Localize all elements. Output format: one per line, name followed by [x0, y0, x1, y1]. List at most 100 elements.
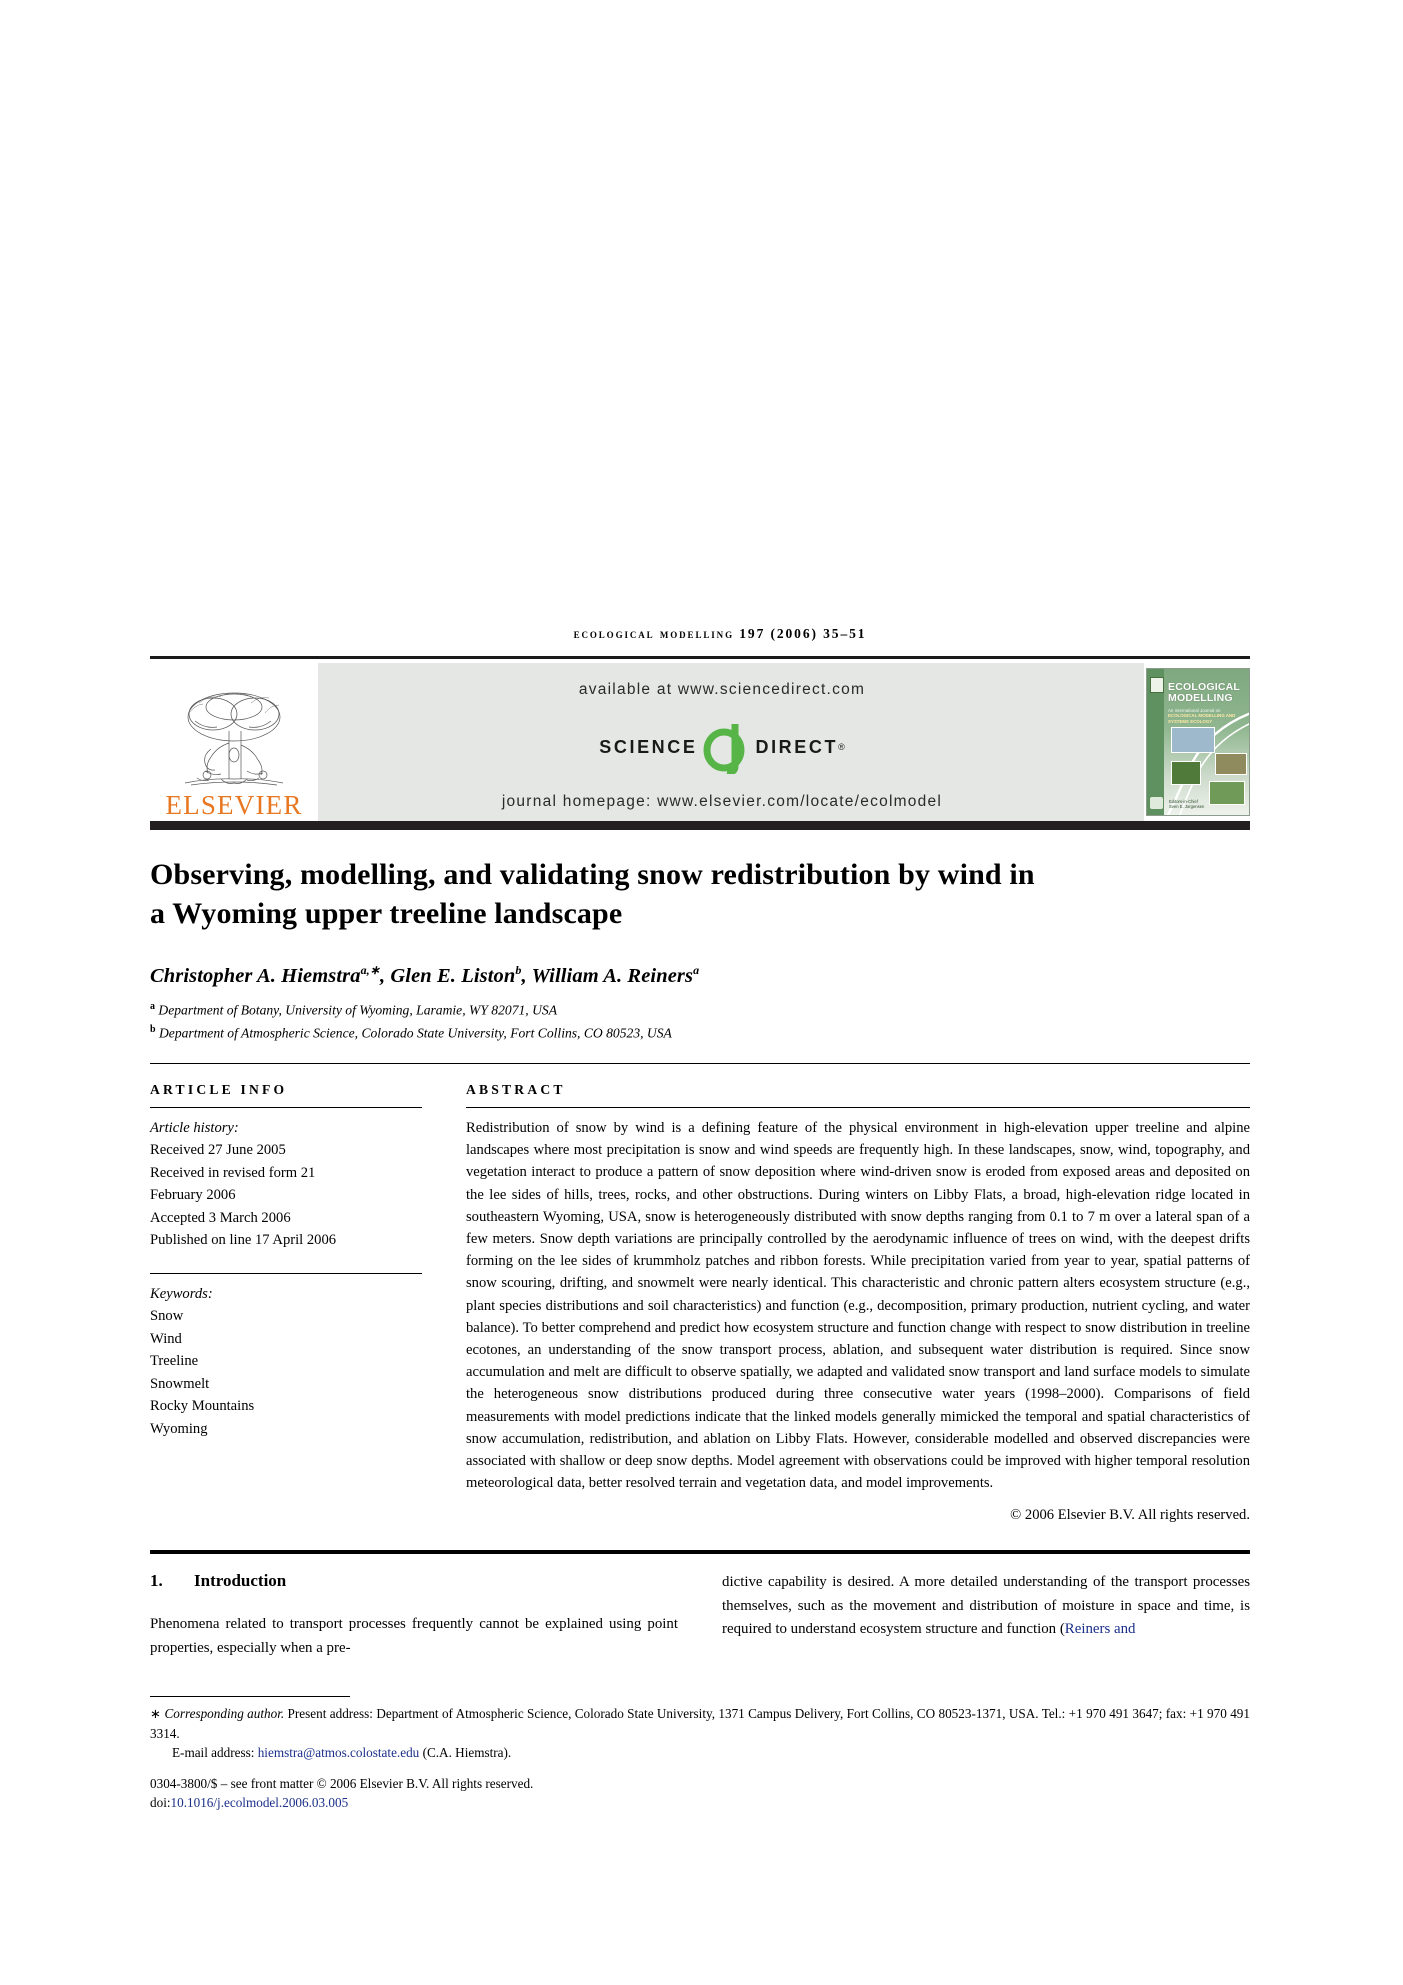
- cover-photo-flower: [1209, 781, 1245, 805]
- article-info-rule: [150, 1106, 422, 1108]
- history-item-0: Received 27 June 2005: [150, 1142, 286, 1159]
- introduction-heading: 1. Introduction: [150, 1571, 678, 1591]
- citation-link-reiners[interactable]: Reiners and: [1065, 1621, 1136, 1637]
- article-info-column: ARTICLE INFO Article history: Received 2…: [150, 1082, 422, 1524]
- journal-masthead: ELSEVIER available at www.sciencedirect.…: [150, 663, 1250, 821]
- history-item-2: February 2006: [150, 1187, 236, 1204]
- keyword-0: Snow: [150, 1308, 184, 1325]
- info-section-top-rule: [150, 1062, 1250, 1064]
- corresponding-mark: ∗: [150, 1706, 162, 1722]
- cover-photo-snow: [1171, 727, 1215, 753]
- cover-editor-name: Sven E. Jorgensen: [1169, 804, 1205, 809]
- email-label: E-mail address:: [172, 1745, 255, 1761]
- corresponding-author-note: ∗ Corresponding author. Present address:…: [150, 1704, 1250, 1743]
- affiliation-list: a Department of Botany, University of Wy…: [150, 997, 1250, 1043]
- affiliation-a-text: Department of Botany, University of Wyom…: [158, 1002, 557, 1018]
- running-head-journal: ECOLOGICAL MODELLING: [573, 626, 734, 641]
- author-1-marks: a,∗: [360, 963, 380, 977]
- journal-homepage-text: journal homepage: www.elsevier.com/locat…: [501, 793, 943, 810]
- article-info-heading: ARTICLE INFO: [150, 1081, 288, 1097]
- author-2: Glen E. Listonb: [390, 963, 521, 987]
- issn-block: 0304-3800/$ – see front matter © 2006 El…: [150, 1774, 1250, 1813]
- sciencedirect-logo: SCIENCE DIRECT ®: [318, 720, 1126, 776]
- doi-label: doi:: [150, 1795, 171, 1811]
- introduction-left-column: 1. Introduction Phenomena related to tran…: [150, 1571, 678, 1660]
- affiliation-b: b Department of Atmospheric Science, Col…: [150, 1020, 1250, 1043]
- author-1: Christopher A. Hiemstraa,∗: [150, 963, 380, 987]
- keyword-2: Treeline: [150, 1353, 199, 1370]
- introduction-right-text: dictive capability is desired. A more de…: [722, 1574, 1250, 1638]
- banner-edge-fill: [1126, 663, 1144, 821]
- journal-cover-thumbnail: ECOLOGICAL MODELLING An International Jo…: [1126, 663, 1250, 821]
- cover-photo-butterfly: [1171, 761, 1201, 785]
- running-head-volume: 197 (2006) 35–51: [739, 626, 867, 641]
- history-item-3: Accepted 3 March 2006: [150, 1209, 291, 1226]
- abstract-heading: ABSTRACT: [466, 1081, 566, 1097]
- keyword-3: Snowmelt: [150, 1375, 210, 1392]
- elsevier-logo: ELSEVIER: [150, 663, 318, 821]
- column-gap: [422, 1082, 466, 1524]
- article-history-block: Article history: Received 27 June 2005 R…: [150, 1117, 422, 1252]
- cover-photo-people: [1215, 753, 1247, 775]
- introduction-column-gap: [678, 1571, 722, 1660]
- history-item-1: Received in revised form 21: [150, 1164, 316, 1181]
- author-3: William A. Reinersa: [531, 963, 700, 987]
- author-1-name: Christopher A. Hiemstra: [150, 964, 361, 987]
- author-3-marks: a: [693, 963, 700, 977]
- introduction-paragraph-right: dictive capability is desired. A more de…: [722, 1571, 1250, 1642]
- email-link[interactable]: hiemstra@atmos.colostate.edu: [258, 1745, 420, 1760]
- masthead-black-bar: [150, 821, 1250, 830]
- introduction-paragraph-left: Phenomena related to transport processes…: [150, 1616, 678, 1656]
- corresponding-text: Present address: Department of Atmospher…: [150, 1706, 1250, 1741]
- author-list: Christopher A. Hiemstraa,∗, Glen E. List…: [150, 963, 1250, 988]
- doi-link[interactable]: 10.1016/j.ecolmodel.2006.03.005: [171, 1795, 349, 1810]
- abstract-text: Redistribution of snow by wind is a defi…: [466, 1119, 1250, 1492]
- introduction-grid: 1. Introduction Phenomena related to tran…: [150, 1571, 1250, 1660]
- keywords-block: Keywords: Snow Wind Treeline Snowmelt Ro…: [150, 1283, 422, 1441]
- abstract-column: ABSTRACT Redistribution of snow by wind …: [466, 1082, 1250, 1524]
- author-2-name: Glen E. Liston: [390, 964, 516, 987]
- sciencedirect-direct-word: DIRECT: [755, 736, 839, 757]
- elsevier-tree-icon: [184, 692, 284, 786]
- author-sep-1: ,: [379, 964, 391, 987]
- keywords-rule: [150, 1272, 422, 1274]
- doi-line: doi:10.1016/j.ecolmodel.2006.03.005: [150, 1793, 1250, 1813]
- author-sep-2: ,: [521, 964, 532, 987]
- affiliation-b-text: Department of Atmospheric Science, Color…: [158, 1025, 672, 1041]
- sciencedirect-science-word: SCIENCE: [599, 736, 698, 757]
- footnote-rule: [150, 1696, 350, 1698]
- introduction-right-column: dictive capability is desired. A more de…: [722, 1571, 1250, 1660]
- sciencedirect-banner: available at www.sciencedirect.com SCIEN…: [318, 663, 1126, 821]
- sciencedirect-d-icon: [699, 720, 753, 776]
- footnote-block: ∗ Corresponding author. Present address:…: [150, 1704, 1250, 1813]
- introduction-top-rule: [150, 1550, 1250, 1555]
- masthead-top-rule: [150, 656, 1250, 659]
- email-attribution: (C.A. Hiemstra).: [419, 1745, 512, 1761]
- elsevier-wordmark: ELSEVIER: [165, 790, 303, 820]
- affiliation-a: a Department of Botany, University of Wy…: [150, 997, 1250, 1020]
- page-title: Observing, modelling, and validating sno…: [150, 858, 1035, 930]
- article-history-label: Article history:: [150, 1119, 239, 1136]
- abstract-copyright: © 2006 Elsevier B.V. All rights reserved…: [1010, 1507, 1250, 1524]
- keyword-1: Wind: [150, 1330, 182, 1347]
- abstract-rule: [466, 1106, 1250, 1108]
- paper-page: ECOLOGICAL MODELLING 197 (2006) 35–51: [0, 0, 1403, 1985]
- keyword-4: Rocky Mountains: [150, 1398, 255, 1415]
- email-note: E-mail address: hiemstra@atmos.colostate…: [150, 1743, 1250, 1763]
- introduction-title: Introduction: [194, 1571, 287, 1591]
- issn-line: 0304-3800/$ – see front matter © 2006 El…: [150, 1775, 534, 1791]
- cover-image: ECOLOGICAL MODELLING An International Jo…: [1146, 668, 1250, 816]
- introduction-number: 1.: [150, 1571, 163, 1591]
- history-item-4: Published on line 17 April 2006: [150, 1232, 337, 1249]
- corresponding-label: Corresponding author.: [164, 1706, 285, 1722]
- affiliation-b-mark: b: [150, 1023, 156, 1035]
- available-at-text: available at www.sciencedirect.com: [578, 681, 866, 698]
- info-abstract-grid: ARTICLE INFO Article history: Received 2…: [150, 1082, 1250, 1524]
- page-content: ECOLOGICAL MODELLING 197 (2006) 35–51: [150, 626, 1250, 1813]
- registered-mark: ®: [838, 742, 845, 752]
- cover-editor-note: Editors-in-Chief Sven E. Jorgensen: [1169, 799, 1204, 809]
- keywords-label: Keywords:: [150, 1285, 213, 1302]
- running-head: ECOLOGICAL MODELLING 197 (2006) 35–51: [150, 626, 1250, 642]
- keyword-5: Wyoming: [150, 1420, 208, 1437]
- author-3-name: William A. Reiners: [531, 964, 694, 987]
